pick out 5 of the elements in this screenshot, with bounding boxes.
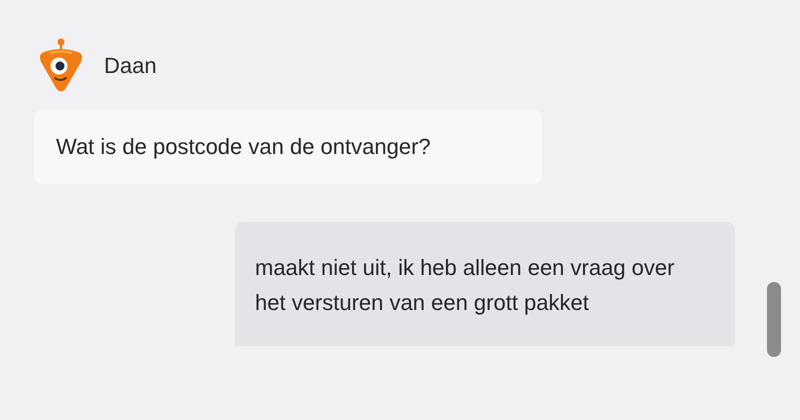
sender-name: Daan xyxy=(104,53,157,79)
robot-avatar-icon xyxy=(38,38,84,94)
bot-message: Wat is de postcode van de ontvanger? xyxy=(34,110,542,184)
user-message: maakt niet uit, ik heb alleen een vraag over het versturen van een grott pakket xyxy=(235,222,735,346)
scrollbar-thumb[interactable] xyxy=(767,282,781,357)
